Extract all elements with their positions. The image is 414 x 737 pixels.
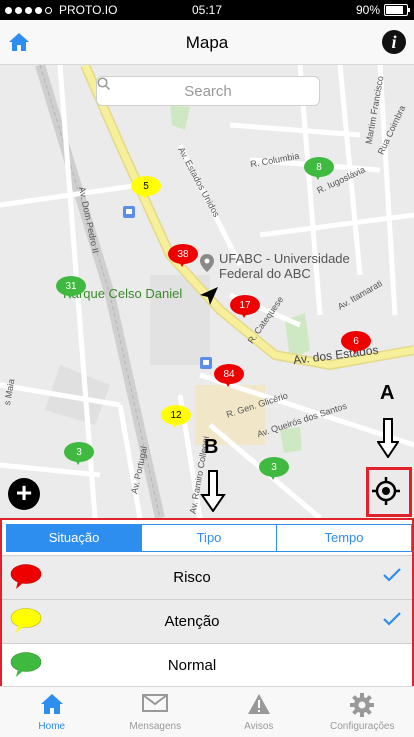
filter-row-label: Risco bbox=[2, 569, 382, 586]
page-title: Mapa bbox=[0, 33, 414, 53]
filter-row-normal[interactable]: Normal bbox=[2, 643, 412, 687]
filter-row-risco[interactable]: Risco bbox=[2, 555, 412, 599]
tab-configuracoes[interactable]: Configurações bbox=[311, 687, 414, 737]
tab-situacao[interactable]: Situação bbox=[7, 525, 141, 551]
filter-row-label: Atenção bbox=[2, 613, 382, 630]
filter-row-atencao[interactable]: Atenção bbox=[2, 599, 412, 643]
checkmark-icon bbox=[382, 611, 402, 627]
alert-marker[interactable]: 84 bbox=[214, 364, 244, 386]
annotation-b-label: B bbox=[204, 436, 218, 459]
gear-icon bbox=[350, 693, 374, 717]
search-input[interactable]: Search bbox=[96, 76, 320, 106]
tab-bar: Home Mensagens Avisos Configurações bbox=[0, 686, 414, 737]
bus-station-icon bbox=[200, 357, 212, 369]
tab-mensagens[interactable]: Mensagens bbox=[104, 687, 208, 737]
map-label-ufabc: UFABC - Universidade Federal do ABC bbox=[219, 251, 350, 281]
clock: 05:17 bbox=[0, 3, 414, 17]
down-arrow-icon bbox=[200, 470, 226, 512]
envelope-icon bbox=[142, 693, 168, 713]
alert-marker[interactable]: 3 bbox=[259, 457, 289, 479]
alert-marker[interactable]: 8 bbox=[304, 157, 334, 179]
add-button[interactable]: + bbox=[8, 478, 40, 510]
battery-icon bbox=[384, 4, 408, 16]
alert-marker[interactable]: 5 bbox=[131, 176, 161, 198]
tab-label: Avisos bbox=[207, 721, 311, 732]
alert-marker[interactable]: 17 bbox=[230, 295, 260, 317]
filter-panel: Situação Tipo Tempo Risco Atenção Normal bbox=[0, 518, 414, 686]
navigation-bar: Mapa i bbox=[0, 20, 414, 65]
down-arrow-icon bbox=[377, 418, 399, 458]
checkmark-icon bbox=[382, 567, 402, 583]
train-station-icon bbox=[123, 206, 135, 218]
navigation-arrow-icon bbox=[199, 286, 219, 306]
search-placeholder: Search bbox=[184, 83, 232, 100]
search-icon bbox=[97, 77, 110, 90]
annotation-a-label: A bbox=[380, 382, 394, 405]
university-pin-icon bbox=[200, 254, 214, 272]
locate-me-icon[interactable] bbox=[370, 477, 402, 505]
info-icon[interactable]: i bbox=[382, 30, 406, 54]
battery-percent: 90% bbox=[356, 3, 380, 17]
alert-marker[interactable]: 3 bbox=[64, 442, 94, 464]
home-icon bbox=[40, 693, 64, 715]
tab-avisos[interactable]: Avisos bbox=[207, 687, 311, 737]
map-view[interactable]: Search UFABC - Universidade Federal do A… bbox=[0, 65, 414, 518]
tab-tipo[interactable]: Tipo bbox=[141, 525, 276, 551]
filter-row-label: Normal bbox=[2, 657, 382, 674]
warning-icon bbox=[247, 693, 271, 715]
alert-marker[interactable]: 12 bbox=[161, 405, 191, 427]
tab-label: Mensagens bbox=[104, 721, 208, 732]
alert-marker[interactable]: 31 bbox=[56, 276, 86, 298]
alert-marker[interactable]: 6 bbox=[341, 331, 371, 353]
tab-tempo[interactable]: Tempo bbox=[276, 525, 411, 551]
tab-home[interactable]: Home bbox=[0, 687, 104, 737]
filter-segmented-control: Situação Tipo Tempo bbox=[6, 524, 412, 552]
status-bar: PROTO.IO 05:17 90% bbox=[0, 0, 414, 20]
tab-label: Home bbox=[0, 721, 104, 732]
tab-label: Configurações bbox=[311, 721, 414, 732]
alert-marker[interactable]: 38 bbox=[168, 244, 198, 266]
